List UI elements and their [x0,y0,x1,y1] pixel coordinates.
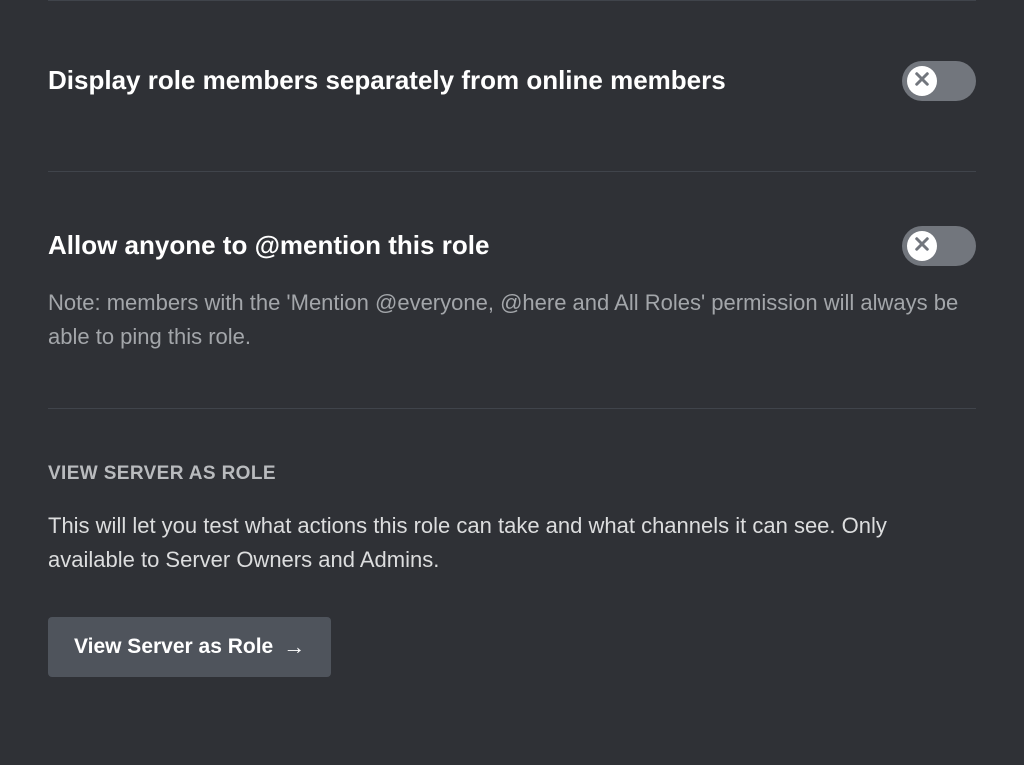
allow-mention-toggle[interactable] [902,226,976,266]
toggle-knob [907,231,937,261]
setting-note: Note: members with the 'Mention @everyon… [48,286,976,354]
x-icon [913,235,931,258]
setting-title: Allow anyone to @mention this role [48,229,489,263]
role-settings-panel: Display role members separately from onl… [0,0,1024,765]
x-icon [913,70,931,93]
view-server-as-role-button[interactable]: View Server as Role → [48,617,331,677]
setting-row: Display role members separately from onl… [48,61,976,101]
section-description: This will let you test what actions this… [48,509,976,577]
allow-mention-section: Allow anyone to @mention this role Note:… [48,172,976,408]
label-strong: @mention [255,230,381,260]
label-prefix: Allow anyone to [48,230,255,260]
display-separately-toggle[interactable] [902,61,976,101]
toggle-knob [907,66,937,96]
label-suffix: this role [381,230,489,260]
display-separately-section: Display role members separately from onl… [48,1,976,171]
view-as-role-section: View Server as Role This will let you te… [48,409,976,717]
button-label: View Server as Role [74,635,273,659]
setting-title: Display role members separately from onl… [48,64,726,98]
section-heading: View Server as Role [48,463,976,485]
arrow-right-icon: → [283,636,305,658]
setting-row: Allow anyone to @mention this role [48,226,976,266]
